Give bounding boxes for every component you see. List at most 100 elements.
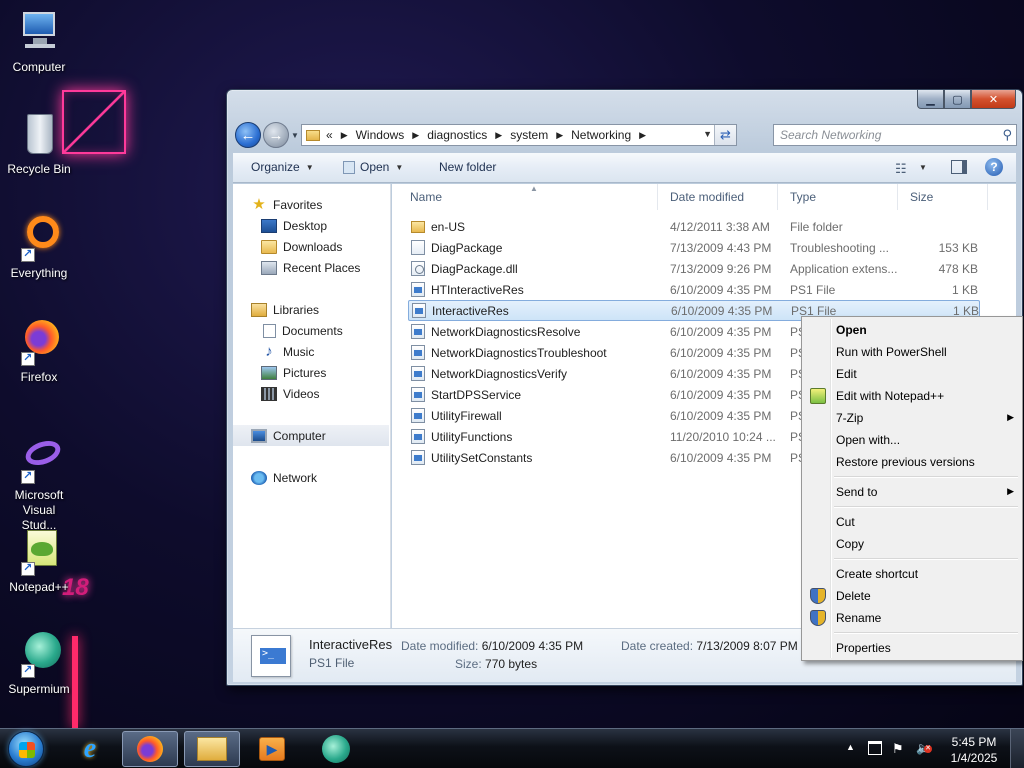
volume-muted-icon[interactable]: 🔈✕ [916, 741, 932, 755]
chevron-down-icon[interactable]: ▼ [919, 163, 927, 172]
chevron-right-icon[interactable]: ▶ [412, 130, 419, 141]
refresh-button[interactable]: ⇄ [714, 125, 736, 145]
help-icon[interactable]: ? [985, 158, 1003, 176]
taskbar-file-explorer[interactable] [184, 731, 240, 767]
chevron-right-icon[interactable]: ▶ [639, 130, 646, 141]
preview-pane-icon[interactable] [951, 160, 967, 174]
powershell-file-icon [411, 324, 425, 339]
maximize-button[interactable]: ▢ [944, 90, 971, 109]
menu-item-edit[interactable]: Edit [804, 363, 1020, 385]
nav-network[interactable]: Network [233, 467, 389, 488]
desktop-icon-label: Firefox [20, 370, 58, 384]
nav-pictures[interactable]: Pictures [233, 362, 389, 383]
column-header-date[interactable]: Date modified [658, 184, 778, 210]
desktop-icon-firefox[interactable]: Firefox [4, 318, 74, 385]
desktop-icon-visual-studio[interactable]: Microsoft Visual Stud... [4, 436, 74, 533]
forward-button[interactable]: → [263, 122, 289, 148]
powershell-file-icon [411, 345, 425, 360]
address-dropdown-icon[interactable]: ▼ [703, 129, 712, 139]
file-date: 6/10/2009 4:35 PM [670, 366, 772, 381]
nav-computer[interactable]: Computer [233, 425, 389, 446]
desktop-icon-everything[interactable]: Everything [4, 214, 74, 281]
search-icon[interactable]: ⚲ [1002, 127, 1012, 143]
menu-item-open[interactable]: Open [804, 319, 1020, 341]
minimize-button[interactable]: ▁ [917, 90, 944, 109]
nav-desktop[interactable]: Desktop [233, 215, 389, 236]
file-type: File folder [790, 219, 843, 234]
new-folder-button[interactable]: New folder [439, 160, 496, 174]
network-tray-icon[interactable] [868, 741, 882, 755]
menu-item-run-with-powershell[interactable]: Run with PowerShell [804, 341, 1020, 363]
menu-item-label: Edit with Notepad++ [836, 389, 945, 403]
menu-item-cut[interactable]: Cut [804, 511, 1020, 533]
search-input[interactable]: Search Networking ⚲ [773, 124, 1017, 146]
show-hidden-icons-icon[interactable]: ▲ [846, 742, 855, 752]
nav-music[interactable]: ♪ Music [233, 341, 389, 362]
column-header-size[interactable]: Size [898, 184, 988, 210]
taskbar-media-player[interactable]: ▶ [244, 731, 300, 767]
menu-item-copy[interactable]: Copy [804, 533, 1020, 555]
menu-item-label: Delete [836, 589, 871, 603]
recent-pages-dropdown[interactable]: ▼ [291, 131, 299, 140]
back-button[interactable]: ← [235, 122, 261, 148]
breadcrumb-diagnostics[interactable]: diagnostics [427, 128, 487, 142]
close-button[interactable]: ✕ [971, 90, 1016, 109]
chevron-right-icon[interactable]: ▶ [556, 130, 563, 141]
visual-studio-icon [15, 436, 64, 484]
everything-icon [15, 214, 63, 262]
file-row[interactable]: HTInteractiveRes 6/10/2009 4:35 PM PS1 F… [408, 279, 980, 300]
menu-item-rename[interactable]: Rename [804, 607, 1020, 629]
nav-downloads[interactable]: Downloads [233, 236, 389, 257]
submenu-arrow-icon: ▶ [1007, 412, 1014, 422]
nav-documents[interactable]: Documents [233, 320, 389, 341]
file-row[interactable]: DiagPackage.dll 7/13/2009 9:26 PM Applic… [408, 258, 980, 279]
menu-item-create-shortcut[interactable]: Create shortcut [804, 563, 1020, 585]
address-bar[interactable]: « ▶ Windows ▶ diagnostics ▶ system ▶ Net… [301, 124, 737, 146]
start-button[interactable] [8, 731, 44, 767]
nav-label: Downloads [283, 239, 343, 254]
nav-libraries[interactable]: Libraries [233, 299, 389, 320]
desktop-icon-recycle-bin[interactable]: Recycle Bin [4, 110, 74, 177]
taskbar-internet-explorer[interactable]: e [62, 731, 118, 767]
change-view-icon[interactable]: ☷ [895, 161, 907, 177]
column-header-name[interactable]: Name [398, 184, 658, 210]
desktop-icon-computer[interactable]: Computer [4, 8, 74, 75]
file-row[interactable]: DiagPackage 7/13/2009 4:43 PM Troublesho… [408, 237, 980, 258]
pictures-icon [261, 365, 277, 380]
file-row[interactable]: en-US 4/12/2011 3:38 AM File folder [408, 216, 980, 237]
breadcrumb-windows[interactable]: Windows [356, 128, 405, 142]
taskbar-supermium[interactable] [308, 731, 364, 767]
powershell-file-icon [411, 366, 425, 381]
file-date: 6/10/2009 4:35 PM [670, 387, 772, 402]
menu-separator [834, 632, 1018, 634]
menu-item-restore-previous-versions[interactable]: Restore previous versions [804, 451, 1020, 473]
breadcrumb-networking[interactable]: Networking [571, 128, 631, 142]
menu-item-send-to[interactable]: Send to ▶ [804, 481, 1020, 503]
breadcrumb-overflow[interactable]: « [326, 128, 333, 142]
menu-item-properties[interactable]: Properties [804, 637, 1020, 659]
taskbar-firefox[interactable] [122, 731, 178, 767]
desktop-icon-supermium[interactable]: Supermium [4, 630, 74, 697]
file-type: Application extens... [790, 261, 898, 276]
chevron-right-icon[interactable]: ▶ [495, 130, 502, 141]
show-desktop-button[interactable] [1010, 729, 1024, 768]
network-icon [251, 470, 267, 485]
nav-videos[interactable]: Videos [233, 383, 389, 404]
open-button[interactable]: Open ▼ [343, 160, 403, 174]
organize-button[interactable]: Organize ▼ [251, 160, 314, 174]
nav-recent-places[interactable]: Recent Places [233, 257, 389, 278]
desktop-icon-notepadpp[interactable]: Notepad++ [4, 528, 74, 595]
menu-item-open-with[interactable]: Open with... [804, 429, 1020, 451]
breadcrumb-system[interactable]: system [510, 128, 548, 142]
menu-item-delete[interactable]: Delete [804, 585, 1020, 607]
file-size: 1 KB [951, 282, 978, 297]
navigation-row: ← → ▼ « ▶ Windows ▶ diagnostics ▶ system… [235, 122, 1017, 148]
details-file-name: InteractiveRes [309, 637, 393, 652]
nav-favorites[interactable]: ★ Favorites [233, 194, 389, 215]
menu-item-edit-with-notepadpp[interactable]: Edit with Notepad++ [804, 385, 1020, 407]
system-clock[interactable]: 5:45 PM 1/4/2025 [950, 734, 998, 766]
column-header-type[interactable]: Type [778, 184, 898, 210]
details-file-type: PS1 File [309, 656, 355, 670]
action-center-flag-icon[interactable]: ⚑ [892, 741, 906, 756]
menu-item-7zip[interactable]: 7-Zip ▶ [804, 407, 1020, 429]
